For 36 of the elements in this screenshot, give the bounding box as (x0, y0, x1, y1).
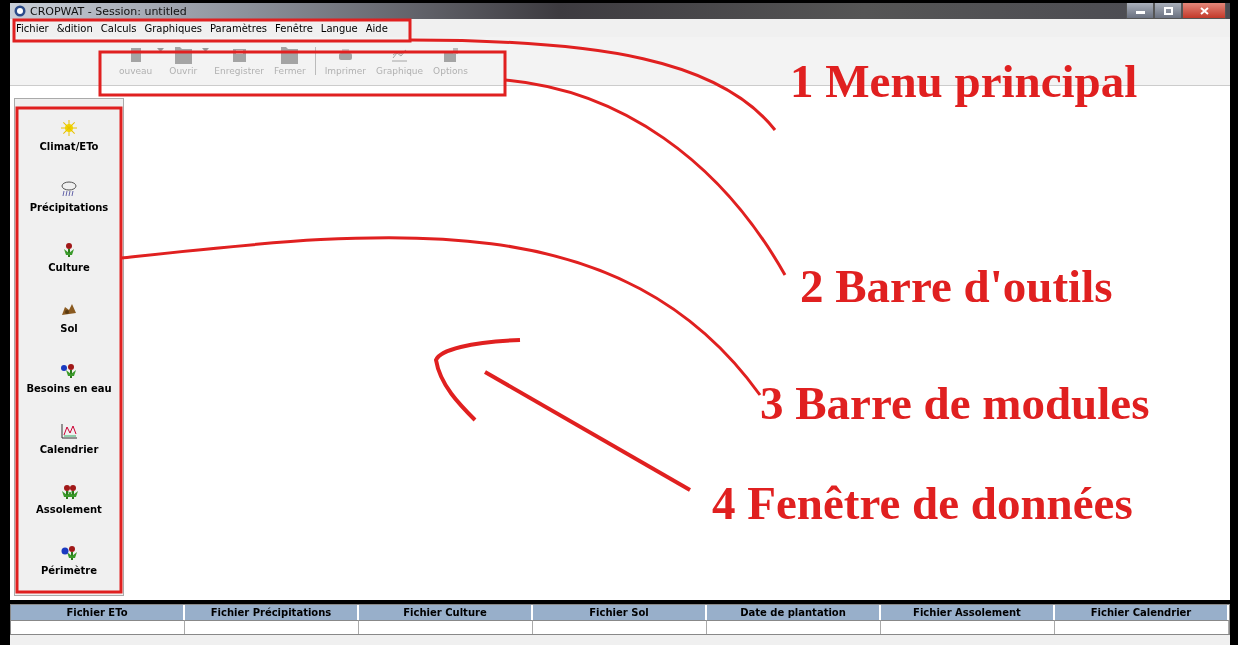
menu-item[interactable]: Paramètres (206, 22, 272, 34)
column-header: Date de plantation (707, 605, 881, 620)
menu-item[interactable]: Aide (361, 22, 392, 34)
menu-item[interactable]: Graphiques (140, 22, 206, 34)
module-button[interactable]: Précipitations (29, 178, 109, 213)
close-icon (1199, 6, 1209, 15)
menu-item[interactable]: Fenêtre (271, 22, 317, 34)
column-header: Fichier Sol (533, 605, 707, 620)
module-button[interactable]: Calendrier (39, 420, 99, 455)
menu-item[interactable]: Langue (316, 22, 362, 34)
menu-item[interactable]: &dition (52, 22, 97, 34)
maximize-icon (1163, 6, 1173, 15)
raincloud-icon (59, 178, 79, 199)
minimize-button[interactable] (1126, 3, 1154, 19)
module-button[interactable]: Besoins en eau (26, 360, 112, 395)
close-button[interactable] (1182, 3, 1226, 19)
module-button[interactable]: Sol (59, 299, 79, 334)
module-button[interactable]: Assolement (36, 481, 102, 516)
annotation-label: 3 Barre de modules (760, 380, 1150, 427)
app-globe-icon (14, 5, 26, 17)
column-header: Fichier Assolement (881, 605, 1055, 620)
annotation-label: 4 Fenêtre de données (712, 480, 1133, 527)
annotation-label: 1 Menu principal (790, 58, 1138, 105)
maximize-button[interactable] (1154, 3, 1182, 19)
annotation-label: 2 Barre d'outils (800, 263, 1113, 310)
column-header: Fichier Précipitations (185, 605, 359, 620)
column-header: Fichier Calendrier (1055, 605, 1229, 620)
menu-item[interactable]: Calculs (96, 22, 141, 34)
module-button[interactable]: Culture (48, 239, 90, 274)
sun-icon (59, 118, 79, 139)
column-header: Fichier ETo (11, 605, 185, 620)
module-button[interactable]: Climat/ETo (39, 118, 99, 153)
column-header: Fichier Culture (359, 605, 533, 620)
menu-item[interactable]: Fichier (12, 22, 53, 34)
module-button[interactable]: Périmètre (40, 541, 98, 576)
window-title: CROPWAT - Session: untitled (30, 4, 187, 18)
